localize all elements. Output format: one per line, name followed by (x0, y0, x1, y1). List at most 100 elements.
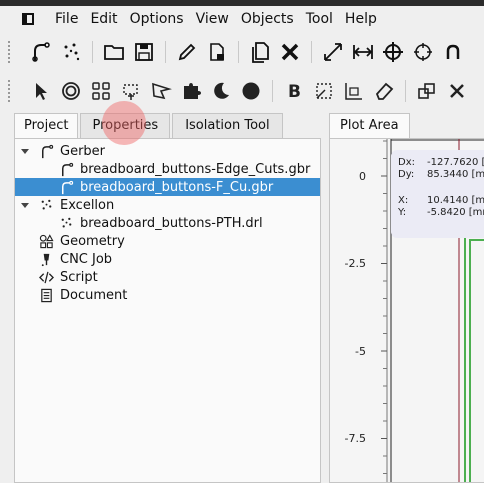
editor-toolbar: B (0, 74, 484, 108)
file-delete-icon[interactable] (202, 37, 232, 67)
tree-label-document: Document (60, 287, 128, 303)
tree-group-geometry[interactable]: Geometry (15, 232, 320, 250)
toolbar-handle[interactable] (8, 80, 16, 102)
toolbar-separator (92, 41, 93, 63)
more-icon[interactable] (438, 37, 468, 67)
puzzle-icon[interactable] (176, 76, 206, 106)
readout-y-label: Y: (398, 207, 407, 218)
readout-x-value: 10.4140 [mr (427, 195, 484, 206)
tree-label-cnc: CNC Job (60, 251, 113, 267)
gerber-file-icon (58, 161, 74, 177)
moon-icon[interactable] (206, 76, 236, 106)
menu-view[interactable]: View (190, 6, 235, 32)
y-axis-minor-ticks (383, 140, 387, 474)
gerber-file-icon (58, 179, 74, 195)
menu-help[interactable]: Help (339, 6, 383, 32)
folder-open-icon[interactable] (99, 37, 129, 67)
tree-label-f-cu: breadboard_buttons-F_Cu.gbr (80, 179, 274, 195)
toolbar-separator (165, 41, 166, 63)
svg-text:B: B (288, 82, 301, 102)
readout-dx-value: -127.7620 [ (427, 157, 484, 168)
delete-x-icon[interactable] (275, 37, 305, 67)
close-x-icon[interactable] (442, 76, 472, 106)
menu-file[interactable]: File (49, 6, 84, 32)
expand-arrow-icon[interactable] (21, 203, 29, 208)
y-tick-label: -7.5 (345, 432, 366, 445)
coordinate-readout: Dx: -127.7620 [ Dy: 85.3440 [m X: 10.414… (391, 150, 484, 238)
tree-label-geometry: Geometry (60, 233, 125, 249)
crosshair-icon[interactable] (378, 37, 408, 67)
toolbar-separator (405, 80, 406, 102)
eraser-icon[interactable] (369, 76, 399, 106)
app-window: { "menu": ["File", "Edit", "Options", "V… (0, 0, 484, 483)
readout-y-value: -5.8420 [mr (427, 207, 484, 218)
readout-x-label: X: (398, 195, 409, 206)
tree-label-excellon: Excellon (60, 197, 115, 213)
tree-item-edge-cuts[interactable]: breadboard_buttons-Edge_Cuts.gbr (15, 160, 320, 178)
tree-group-excellon[interactable]: Excellon (15, 196, 320, 214)
toolbar-separator (238, 41, 239, 63)
app-menu-icon[interactable] (22, 13, 34, 25)
copy-icon[interactable] (245, 37, 275, 67)
tree-label-script: Script (60, 269, 98, 285)
select-icon[interactable] (116, 76, 146, 106)
grid-icon[interactable] (86, 76, 116, 106)
save-icon[interactable] (129, 37, 159, 67)
filled-circle-icon[interactable] (236, 76, 266, 106)
project-tree: Gerber breadboard_buttons-Edge_Cuts.gbr … (14, 138, 321, 483)
pointer-icon[interactable] (26, 76, 56, 106)
pencil-icon[interactable] (172, 37, 202, 67)
zoom-fit-icon[interactable] (318, 37, 348, 67)
menu-bar: File Edit Options View Objects Tool Help (0, 6, 484, 32)
target-icon[interactable] (408, 37, 438, 67)
cnc-icon (38, 251, 54, 267)
expand-arrow-icon[interactable] (21, 149, 29, 154)
tree-group-cnc[interactable]: CNC Job (15, 250, 320, 268)
y-tick-label: 0 (359, 170, 366, 183)
tree-item-pth[interactable]: breadboard_buttons-PTH.drl (15, 214, 320, 232)
tab-plot-area[interactable]: Plot Area (329, 113, 410, 139)
tree-label-edge-cuts: breadboard_buttons-Edge_Cuts.gbr (80, 161, 311, 177)
menu-tool[interactable]: Tool (300, 6, 339, 32)
toolbar-handle[interactable] (8, 41, 16, 63)
document-icon (38, 287, 54, 303)
gerber-open-icon[interactable] (26, 37, 56, 67)
readout-dy-label: Dy: (398, 169, 415, 180)
plot-notebook-tabs: Plot Area (329, 113, 412, 139)
copper-trace (464, 234, 484, 482)
y-tick-label: -2.5 (345, 257, 366, 270)
left-notebook-tabs: Project Properties Isolation Tool (14, 113, 285, 139)
gerber-icon (38, 143, 54, 159)
toolbar-separator (311, 41, 312, 63)
tab-properties[interactable]: Properties (80, 113, 171, 138)
polygon-icon[interactable] (146, 76, 176, 106)
main-toolbar (0, 34, 484, 70)
bold-text-icon[interactable]: B (279, 76, 309, 106)
tree-item-f-cu[interactable]: breadboard_buttons-F_Cu.gbr (15, 178, 320, 196)
group-icon[interactable] (412, 76, 442, 106)
tree-group-script[interactable]: Script (15, 268, 320, 286)
distance-icon[interactable] (348, 37, 378, 67)
menu-options[interactable]: Options (124, 6, 190, 32)
toolbar-separator (272, 80, 273, 102)
copper-trace (469, 239, 484, 482)
plot-canvas[interactable]: 0 -2.5 -5 -7.5 Dx: -127.7620 [ Dy: 85.34… (329, 138, 484, 483)
y-tick-label: -5 (355, 345, 366, 358)
menu-edit[interactable]: Edit (84, 6, 123, 32)
readout-dy-value: 85.3440 [m (427, 169, 484, 180)
circle-target-icon[interactable] (56, 76, 86, 106)
tree-group-document[interactable]: Document (15, 286, 320, 304)
tree-label-gerber: Gerber (60, 143, 106, 159)
transform-icon[interactable] (309, 76, 339, 106)
script-icon (38, 269, 54, 285)
tree-label-pth: breadboard_buttons-PTH.drl (80, 215, 263, 231)
dimension-icon[interactable] (339, 76, 369, 106)
readout-dx-label: Dx: (398, 157, 415, 168)
menu-objects[interactable]: Objects (235, 6, 300, 32)
excellon-icon (38, 197, 54, 213)
tab-project[interactable]: Project (14, 113, 79, 139)
excellon-file-icon (58, 215, 74, 231)
tree-group-gerber[interactable]: Gerber (15, 142, 320, 160)
tab-isolation-tool[interactable]: Isolation Tool (172, 113, 283, 138)
excellon-open-icon[interactable] (56, 37, 86, 67)
